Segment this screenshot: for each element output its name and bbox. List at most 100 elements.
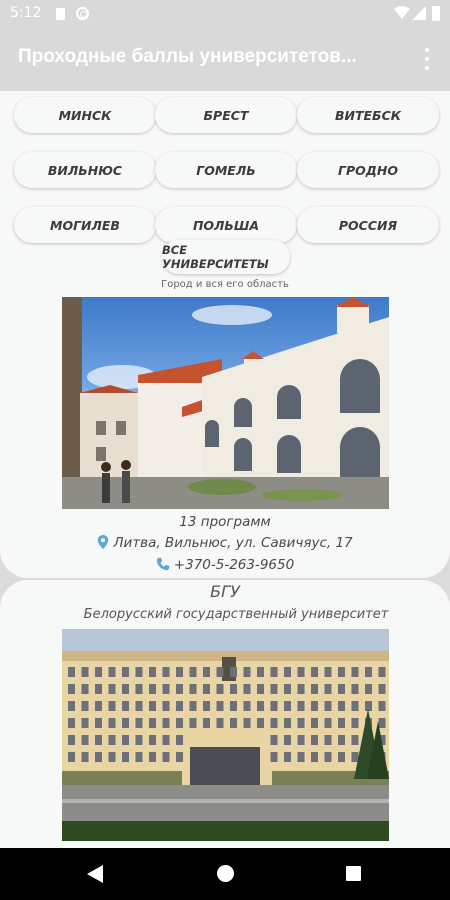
window	[378, 667, 386, 677]
location-pin-icon	[98, 535, 109, 549]
window	[108, 701, 116, 711]
phone-icon	[156, 557, 169, 571]
overflow-menu-icon[interactable]	[418, 45, 436, 73]
window	[243, 718, 251, 728]
window	[149, 684, 156, 694]
university-photo-bsu[interactable]	[62, 629, 389, 841]
window	[351, 684, 359, 694]
window	[270, 667, 278, 677]
window	[68, 684, 75, 694]
window	[81, 684, 89, 694]
window	[176, 701, 183, 711]
city-button-brest[interactable]: БРЕСТ	[155, 97, 297, 133]
city-button-grodno[interactable]: ГРОДНО	[297, 152, 439, 188]
window	[149, 752, 156, 762]
window	[95, 735, 102, 745]
window	[68, 667, 75, 677]
window	[270, 701, 278, 711]
university-full-name: Белорусский государственный университет	[83, 607, 389, 622]
window	[378, 718, 386, 728]
window	[378, 701, 386, 711]
phone-row[interactable]: +370-5-263-9650	[0, 557, 450, 573]
city-button-minsk[interactable]: МИНСК	[14, 97, 156, 133]
app-title: Проходные баллы университетов...	[18, 46, 357, 67]
address-row[interactable]: Литва, Вильнюс, ул. Савичяус, 17	[0, 535, 450, 551]
city-button-russia[interactable]: РОССИЯ	[297, 207, 439, 243]
window	[122, 684, 129, 694]
window	[338, 752, 345, 762]
window	[162, 701, 170, 711]
window	[230, 667, 237, 677]
window	[216, 684, 224, 694]
window	[122, 718, 129, 728]
window	[270, 752, 278, 762]
window	[311, 667, 318, 677]
university-abbr: БГУ	[210, 582, 240, 601]
sim-card-icon	[56, 8, 65, 20]
city-button-vilnius[interactable]: ВИЛЬНЮС	[14, 152, 156, 188]
app-bar: Проходные баллы университетов...	[0, 27, 450, 91]
window	[230, 684, 237, 694]
all-universities-button[interactable]: ВСЕ УНИВЕРСИТЕТЫ	[162, 240, 290, 274]
window	[162, 684, 170, 694]
window	[338, 684, 345, 694]
window	[297, 752, 305, 762]
city-button-mogilev[interactable]: МОГИЛЕВ	[14, 207, 156, 243]
window	[243, 684, 251, 694]
window	[95, 701, 102, 711]
window	[108, 718, 116, 728]
window	[81, 701, 89, 711]
window	[95, 684, 102, 694]
back-icon[interactable]	[87, 865, 103, 883]
window	[135, 718, 143, 728]
window	[311, 752, 318, 762]
window	[297, 684, 305, 694]
home-icon[interactable]	[217, 865, 234, 882]
window	[284, 718, 291, 728]
window	[135, 684, 143, 694]
bsu-building-illustration	[62, 629, 389, 841]
window	[324, 735, 332, 745]
city-button-gomel[interactable]: ГОМЕЛЬ	[155, 152, 297, 188]
window	[176, 735, 183, 745]
recents-icon[interactable]	[346, 866, 361, 881]
city-button-poland[interactable]: ПОЛЬША	[155, 207, 297, 243]
window	[68, 735, 75, 745]
filter-hint: Город и вся его область	[161, 279, 289, 290]
city-button-vitebsk[interactable]: ВИТЕБСК	[297, 97, 439, 133]
window	[338, 667, 345, 677]
window	[270, 684, 278, 694]
window	[203, 718, 210, 728]
window	[81, 718, 89, 728]
window	[365, 684, 372, 694]
status-bar: 5:12	[0, 0, 450, 27]
window	[108, 752, 116, 762]
window	[162, 735, 170, 745]
window	[189, 701, 197, 711]
window	[108, 735, 116, 745]
window	[338, 701, 345, 711]
window	[284, 684, 291, 694]
phone-text: +370-5-263-9650	[173, 557, 295, 573]
window	[176, 718, 183, 728]
window	[122, 701, 129, 711]
window	[338, 735, 345, 745]
window	[135, 701, 143, 711]
window	[135, 735, 143, 745]
window	[81, 752, 89, 762]
window	[378, 684, 386, 694]
window	[257, 718, 264, 728]
window	[257, 667, 264, 677]
university-photo[interactable]	[62, 297, 389, 509]
window	[311, 684, 318, 694]
window	[176, 667, 183, 677]
window	[162, 667, 170, 677]
window	[297, 718, 305, 728]
window	[338, 718, 345, 728]
window	[230, 701, 237, 711]
window	[324, 752, 332, 762]
window	[243, 667, 251, 677]
window	[203, 667, 210, 677]
window	[176, 684, 183, 694]
window	[351, 735, 359, 745]
